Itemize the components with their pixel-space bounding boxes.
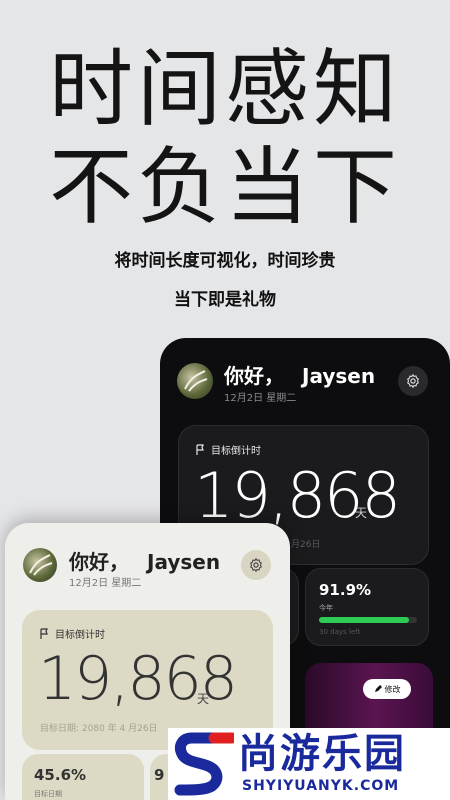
target-date: 目标日期: 2080 年 4 月26日 xyxy=(40,724,158,734)
date-text: 12月2日 星期二 xyxy=(224,393,297,404)
year-progress-bar xyxy=(319,617,417,623)
stat-card-goal[interactable]: 45.6% 目标日期 xyxy=(22,754,144,800)
flag-icon xyxy=(196,444,204,455)
greeting-text: 你好， xyxy=(69,550,129,574)
greeting: 你好， Jaysen xyxy=(224,360,375,389)
year-progress-fill xyxy=(319,617,410,623)
goal-label: 目标日期 xyxy=(34,790,62,798)
countdown-unit: 天 xyxy=(197,692,210,706)
flag-icon xyxy=(40,628,48,639)
greeting-text: 你好， xyxy=(224,364,284,388)
countdown-value: 19,868 xyxy=(194,459,401,532)
year-label: 今年 xyxy=(319,604,333,612)
countdown-unit: 天 xyxy=(355,506,368,520)
goal-percent: 45.6% xyxy=(34,766,87,784)
avatar[interactable] xyxy=(23,548,57,582)
settings-gear-icon[interactable] xyxy=(241,550,271,580)
hero-subtitle-line1: 将时间长度可视化，时间珍贵 xyxy=(114,251,336,271)
year-days-left: 30 days left xyxy=(319,628,361,636)
right-percent-partial: 9 xyxy=(154,766,165,784)
watermark-title: 尚游乐园 xyxy=(238,731,406,777)
hero-title-line2: 不负当下 xyxy=(48,138,401,236)
hero-section: 时间感知 不负当下 将时间长度可视化，时间珍贵 当下即是礼物 xyxy=(0,40,450,314)
user-name: Jaysen xyxy=(147,550,221,574)
user-name: Jaysen xyxy=(302,364,376,388)
countdown-label-text: 目标倒计时 xyxy=(55,630,105,641)
watermark-logo-icon xyxy=(174,732,234,796)
edit-button[interactable]: 修改 xyxy=(363,679,411,699)
date-text: 12月2日 星期二 xyxy=(69,578,142,589)
greeting: 你好， Jaysen xyxy=(69,546,220,575)
settings-gear-icon[interactable] xyxy=(398,366,428,396)
hero-title-line1: 时间感知 xyxy=(48,40,401,138)
stat-card-year[interactable]: 91.9% 今年 30 days left xyxy=(305,568,429,646)
edit-label: 修改 xyxy=(384,684,401,694)
watermark-banner: 尚游乐园 SHYIYUANYK.COM xyxy=(168,728,450,800)
countdown-label-text: 目标倒计时 xyxy=(211,446,261,457)
countdown-label: 目标倒计时 xyxy=(196,442,261,457)
avatar[interactable] xyxy=(177,363,213,399)
pencil-icon xyxy=(374,685,382,692)
watermark-url: SHYIYUANYK.COM xyxy=(242,778,400,794)
year-percent: 91.9% xyxy=(319,581,372,599)
countdown-label: 目标倒计时 xyxy=(40,626,105,641)
target-date: 月26日 xyxy=(291,540,321,550)
hero-subtitle-line2: 当下即是礼物 xyxy=(174,290,276,310)
